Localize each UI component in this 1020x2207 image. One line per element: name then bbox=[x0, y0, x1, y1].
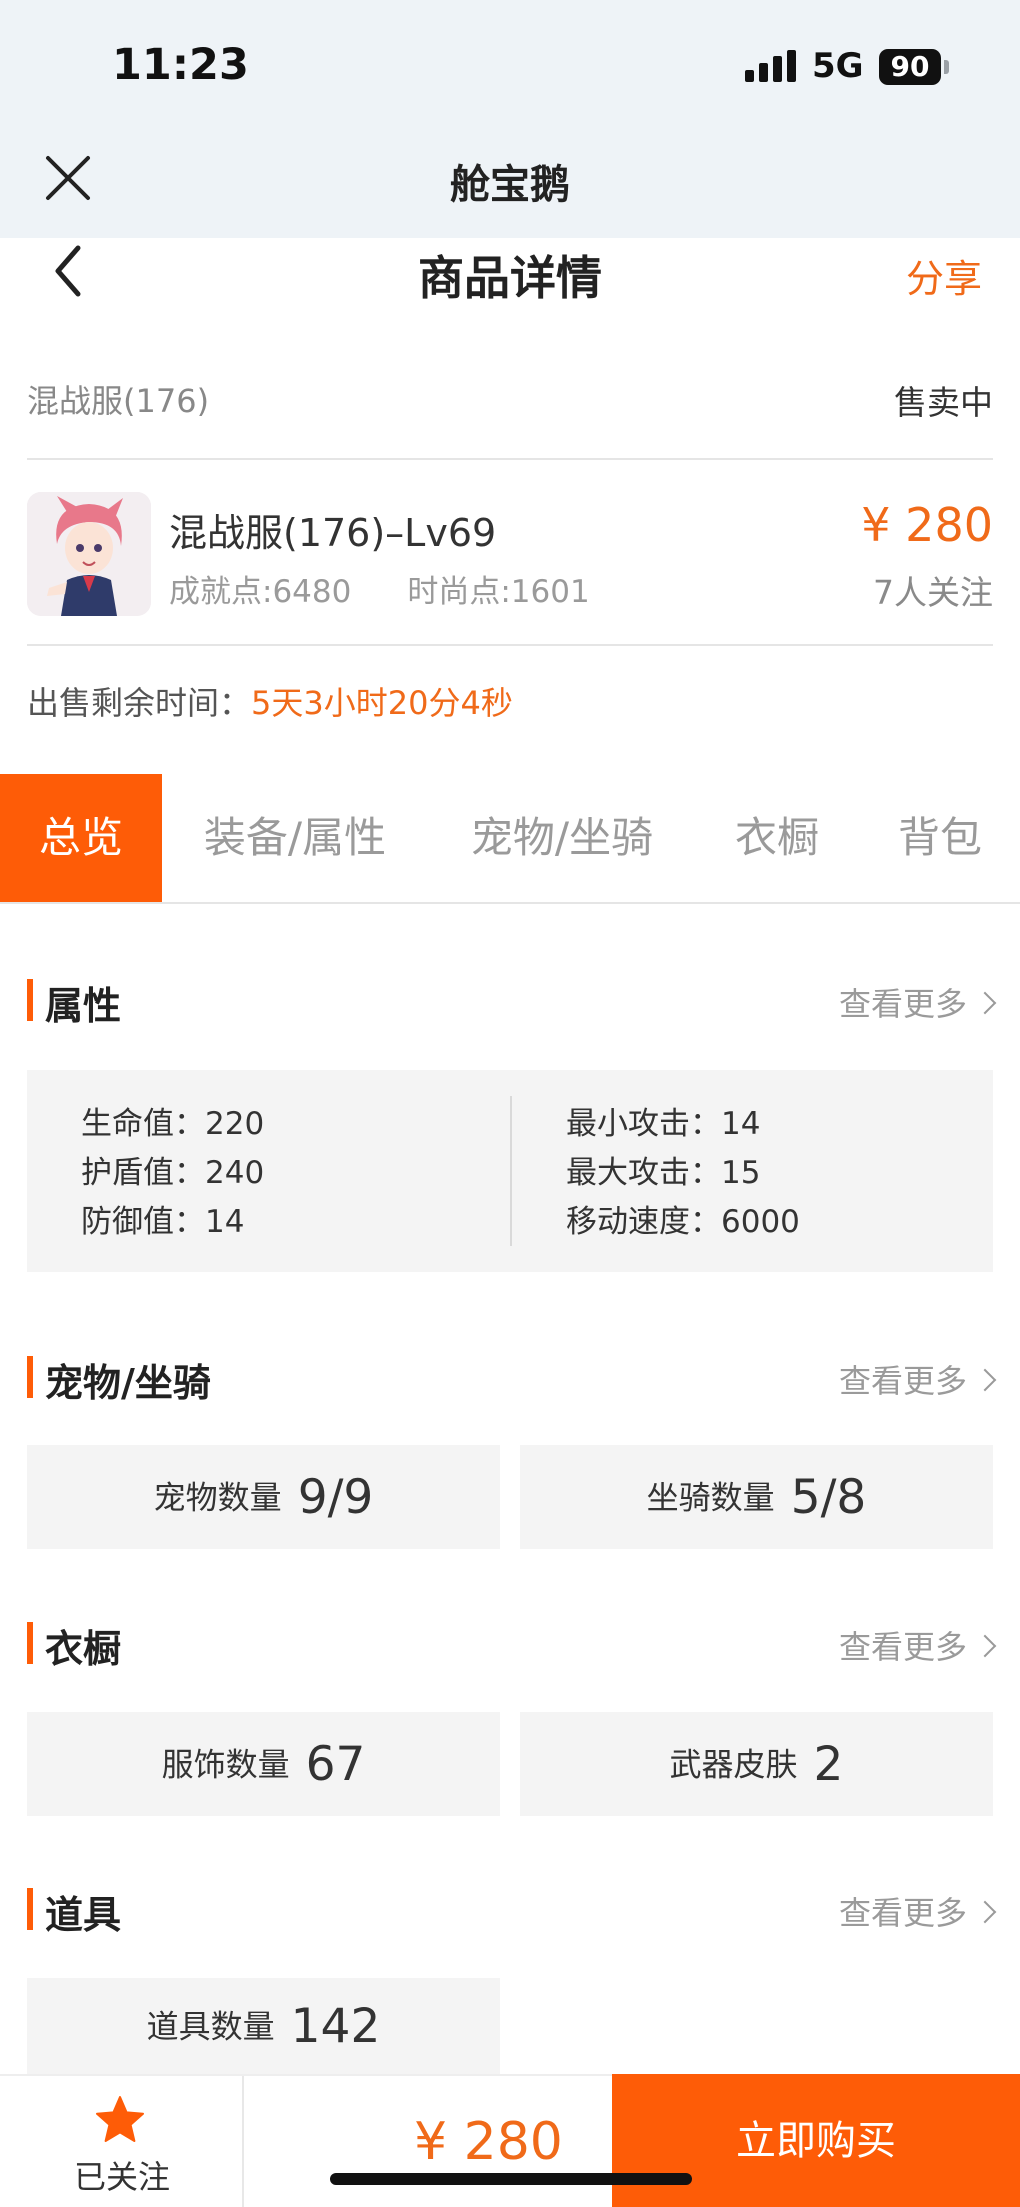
attr-max-attack: 最大攻击：15 bbox=[566, 1155, 761, 1191]
remaining-label: 出售剩余时间： bbox=[27, 684, 252, 722]
attributes-box: 生命值：220 护盾值：240 防御值：14 最小攻击：14 最大攻击：15 移… bbox=[27, 1070, 993, 1272]
fashion-points: 时尚点:1601 bbox=[407, 574, 590, 610]
wardrobe-more-link[interactable]: 查看更多 bbox=[838, 1622, 997, 1668]
section-title-attributes: 属性 bbox=[45, 984, 122, 1028]
page-nav: 商品详情 分享 bbox=[0, 238, 1020, 348]
signal-icon bbox=[745, 50, 797, 82]
stat-label: 武器皮肤 bbox=[669, 1745, 798, 1784]
section-accent-bar bbox=[27, 1356, 33, 1398]
share-button[interactable]: 分享 bbox=[906, 248, 982, 303]
attributes-left-column: 生命值：220 护盾值：240 防御值：14 bbox=[81, 1100, 264, 1247]
stat-value: 5/8 bbox=[790, 1469, 867, 1525]
product-summary[interactable]: 混战服(176)–Lv69 成就点:6480 时尚点:1601 ¥ 280 7人关… bbox=[27, 462, 993, 646]
pets-header: 宠物/坐骑 查看更多 bbox=[27, 1352, 997, 1405]
more-label: 查看更多 bbox=[838, 985, 967, 1023]
stat-value: 9/9 bbox=[297, 1469, 374, 1525]
stat-label: 服饰数量 bbox=[161, 1745, 290, 1784]
server-name: 混战服(176) bbox=[27, 382, 210, 420]
home-indicator[interactable] bbox=[330, 2173, 692, 2185]
section-accent-bar bbox=[27, 1888, 33, 1930]
items-more-link[interactable]: 查看更多 bbox=[838, 1888, 997, 1934]
sale-status: 售卖中 bbox=[894, 383, 993, 422]
battery-icon: 90 bbox=[879, 49, 941, 85]
stat-value: 142 bbox=[290, 1998, 381, 2054]
mount-count-card[interactable]: 坐骑数量 5/8 bbox=[520, 1445, 993, 1549]
page-title: 商品详情 bbox=[418, 251, 602, 305]
status-time: 11:23 bbox=[112, 40, 249, 90]
network-label: 5G bbox=[812, 46, 864, 86]
section-title-wardrobe: 衣橱 bbox=[45, 1627, 122, 1671]
section-accent-bar bbox=[27, 1622, 33, 1664]
section-title-pets: 宠物/坐骑 bbox=[45, 1361, 211, 1405]
wardrobe-header: 衣橱 查看更多 bbox=[27, 1618, 997, 1671]
tab-wardrobe[interactable]: 衣橱 bbox=[712, 774, 842, 902]
more-label: 查看更多 bbox=[838, 1628, 967, 1666]
attr-defense: 防御值：14 bbox=[81, 1204, 245, 1240]
items-header: 道具 查看更多 bbox=[27, 1884, 997, 1937]
character-avatar bbox=[27, 492, 151, 616]
mini-program-title: 舱宝鹅 bbox=[450, 162, 570, 208]
star-icon bbox=[94, 2094, 146, 2146]
item-count-card[interactable]: 道具数量 142 bbox=[27, 1978, 500, 2074]
remaining-time: 出售剩余时间：5天3小时20分4秒 bbox=[27, 678, 513, 724]
tab-pets-mounts[interactable]: 宠物/坐骑 bbox=[445, 774, 679, 902]
section-accent-bar bbox=[27, 979, 33, 1021]
more-label: 查看更多 bbox=[838, 1894, 967, 1932]
achievement-points: 成就点:6480 bbox=[169, 574, 352, 610]
follower-count: 7人关注 bbox=[873, 573, 993, 612]
pets-more-link[interactable]: 查看更多 bbox=[838, 1356, 997, 1402]
top-header: 11:23 5G 90 舱宝鹅 bbox=[0, 0, 1020, 238]
server-row: 混战服(176) 售卖中 bbox=[27, 370, 993, 460]
tab-bar: 总览 装备/属性 宠物/坐骑 衣橱 背包 bbox=[0, 774, 1020, 904]
section-title-items: 道具 bbox=[45, 1893, 122, 1937]
tab-equipment[interactable]: 装备/属性 bbox=[178, 774, 412, 902]
attributes-header: 属性 查看更多 bbox=[27, 975, 997, 1028]
chevron-right-icon bbox=[973, 1900, 997, 1924]
product-title: 混战服(176)–Lv69 bbox=[169, 511, 497, 555]
attributes-more-link[interactable]: 查看更多 bbox=[838, 979, 997, 1025]
attr-move-speed: 移动速度：6000 bbox=[566, 1204, 800, 1240]
bottom-price: ¥ 280 bbox=[414, 2112, 563, 2172]
follow-label: 已关注 bbox=[73, 2158, 170, 2196]
pet-count-card[interactable]: 宠物数量 9/9 bbox=[27, 1445, 500, 1549]
stat-value: 2 bbox=[813, 1736, 844, 1792]
attributes-divider bbox=[510, 1096, 512, 1246]
tab-overview[interactable]: 总览 bbox=[0, 774, 162, 902]
product-price: ¥ 280 bbox=[861, 498, 993, 552]
stat-label: 道具数量 bbox=[146, 2007, 275, 2046]
stat-label: 坐骑数量 bbox=[646, 1478, 775, 1517]
battery-cap bbox=[944, 60, 949, 74]
chevron-right-icon bbox=[973, 1634, 997, 1658]
tab-backpack[interactable]: 背包 bbox=[878, 774, 1002, 902]
more-label: 查看更多 bbox=[838, 1362, 967, 1400]
attr-hp: 生命值：220 bbox=[81, 1106, 265, 1142]
chevron-right-icon bbox=[973, 1368, 997, 1392]
weapon-skin-card[interactable]: 武器皮肤 2 bbox=[520, 1712, 993, 1816]
follow-button[interactable]: 已关注 bbox=[0, 2076, 244, 2207]
attr-min-attack: 最小攻击：14 bbox=[566, 1106, 761, 1142]
product-points: 成就点:6480 时尚点:1601 bbox=[169, 566, 646, 611]
stat-label: 宠物数量 bbox=[153, 1478, 282, 1517]
stat-value: 67 bbox=[305, 1736, 366, 1792]
attr-shield: 护盾值：240 bbox=[81, 1155, 265, 1191]
bottom-action-bar: 已关注 ¥ 280 立即购买 bbox=[0, 2074, 1020, 2207]
outfit-count-card[interactable]: 服饰数量 67 bbox=[27, 1712, 500, 1816]
chevron-right-icon bbox=[973, 991, 997, 1015]
remaining-value: 5天3小时20分4秒 bbox=[251, 684, 513, 722]
attributes-right-column: 最小攻击：14 最大攻击：15 移动速度：6000 bbox=[566, 1100, 800, 1247]
buy-now-button[interactable]: 立即购买 bbox=[612, 2074, 1020, 2207]
